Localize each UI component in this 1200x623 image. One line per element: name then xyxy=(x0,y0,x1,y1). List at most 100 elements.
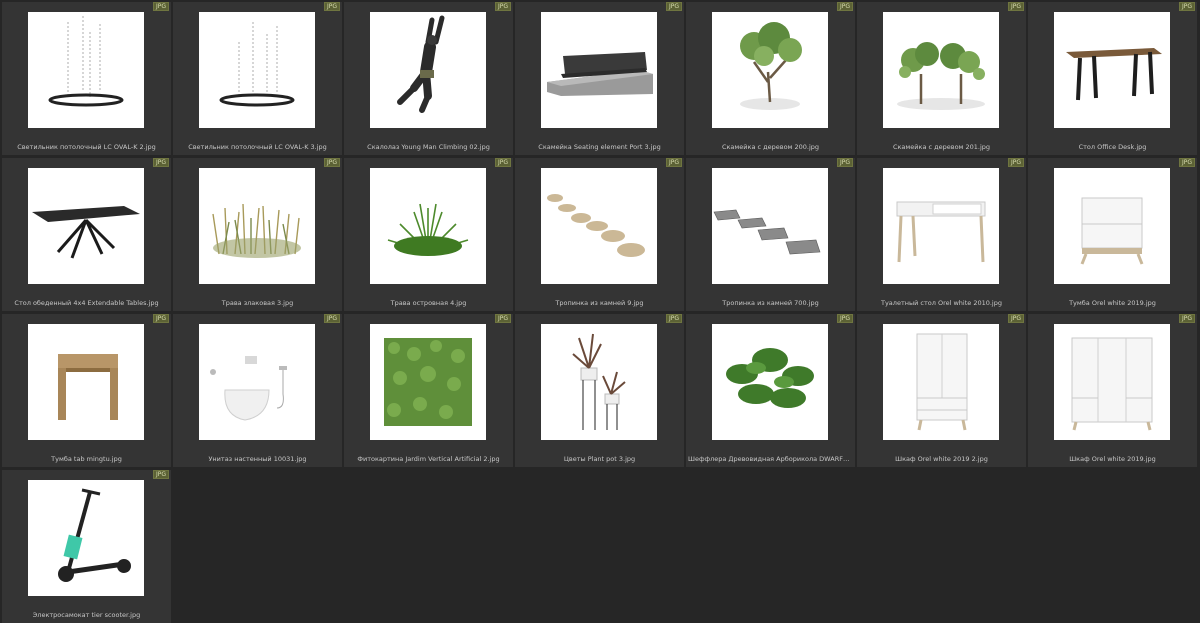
file-tile[interactable]: JPG Скалолаз Young Man Climbing 02.jpg xyxy=(344,2,513,155)
schefflera-icon xyxy=(726,348,814,408)
jpg-badge: JPG xyxy=(152,158,169,167)
pendant-lamp-icon xyxy=(219,22,295,107)
file-name: Светильник потолочный LC OVAL-K 2.jpg xyxy=(17,143,156,151)
file-tile[interactable]: JPG Светильник потолочный LC OVAL-K 2.jp… xyxy=(2,2,171,155)
thumbnail xyxy=(28,480,144,596)
jpg-badge: JPG xyxy=(323,2,340,11)
thumbnail xyxy=(199,12,315,128)
jpg-badge: JPG xyxy=(665,158,682,167)
file-tile[interactable]: JPG Трава островная 4.jpg xyxy=(344,158,513,311)
jpg-badge: JPG xyxy=(152,470,169,479)
file-name: Стол Office Desk.jpg xyxy=(1078,143,1147,151)
jpg-badge: JPG xyxy=(836,2,853,11)
jpg-badge: JPG xyxy=(152,314,169,323)
file-name: Скамейка Seating element Port 3.jpg xyxy=(538,143,661,151)
file-tile[interactable]: JPG Шкаф Orel white 2019 2.jpg xyxy=(857,314,1026,467)
file-name: Цветы Plant pot 3.jpg xyxy=(563,455,636,463)
jpg-badge: JPG xyxy=(1007,314,1024,323)
file-tile[interactable]: JPG Тропинка из камней 9.jpg xyxy=(515,158,684,311)
thumbnail xyxy=(370,324,486,440)
ornamental-grass-icon xyxy=(212,203,301,258)
file-name: Скамейка с деревом 201.jpg xyxy=(892,143,991,151)
thumbnail xyxy=(199,324,315,440)
file-tile[interactable]: JPG Стол обеденный 4x4 Extendable Tables… xyxy=(2,158,171,311)
paver-path-icon xyxy=(713,209,821,255)
jpg-badge: JPG xyxy=(494,314,511,323)
jpg-badge: JPG xyxy=(665,314,682,323)
file-tile[interactable]: JPG Стол Office Desk.jpg xyxy=(1028,2,1197,155)
file-name: Тропинка из камней 700.jpg xyxy=(722,299,819,307)
file-name: Трава островная 4.jpg xyxy=(390,299,467,307)
jpg-badge: JPG xyxy=(1178,314,1195,323)
file-name: Светильник потолочный LC OVAL-K 3.jpg xyxy=(188,143,327,151)
file-grid: JPG Светильник потолочный LC OVAL-K 2.jp… xyxy=(2,2,1197,623)
jpg-badge: JPG xyxy=(1178,2,1195,11)
jpg-badge: JPG xyxy=(152,2,169,11)
thumbnail xyxy=(370,168,486,284)
jpg-badge: JPG xyxy=(1178,158,1195,167)
tree-bench-icon xyxy=(740,22,802,110)
stone-path-icon xyxy=(547,194,645,257)
thumbnail xyxy=(1054,12,1170,128)
file-tile[interactable]: JPG Шеффлера Древовидная Арборикола DWAR… xyxy=(686,314,855,467)
jpg-badge: JPG xyxy=(323,158,340,167)
dining-table-icon xyxy=(32,206,140,259)
file-name: Фитокартина Jardim Vertical Artificial 2… xyxy=(357,455,500,463)
thumbnail xyxy=(712,168,828,284)
scooter-icon xyxy=(58,488,131,582)
bench-icon xyxy=(547,52,653,96)
thumbnail xyxy=(712,324,828,440)
thumbnail xyxy=(199,168,315,284)
file-tile[interactable]: JPG Светильник потолочный LC OVAL-K 3.jp… xyxy=(173,2,342,155)
file-tile[interactable]: JPG Скамейка с деревом 200.jpg xyxy=(686,2,855,155)
file-tile[interactable]: JPG Цветы Plant pot 3.jpg xyxy=(515,314,684,467)
file-tile[interactable]: JPG Электросамокат tier scooter.jpg xyxy=(2,470,171,623)
file-tile[interactable]: JPG Трава злаковая 3.jpg xyxy=(173,158,342,311)
thumbnail xyxy=(370,12,486,128)
file-name: Туалетный стол Orel white 2010.jpg xyxy=(880,299,1002,307)
file-tile[interactable]: JPG Шкаф Orel white 2019.jpg xyxy=(1028,314,1197,467)
file-tile[interactable]: JPG Скамейка Seating element Port 3.jpg xyxy=(515,2,684,155)
thumbnail xyxy=(1054,168,1170,284)
pendant-lamp-icon xyxy=(48,16,124,107)
jpg-badge: JPG xyxy=(1007,2,1024,11)
file-tile[interactable]: JPG Тропинка из камней 700.jpg xyxy=(686,158,855,311)
thumbnail xyxy=(541,324,657,440)
file-name: Шеффлера Древовидная Арборикола DWARF1 U… xyxy=(688,455,853,463)
desk-icon xyxy=(1066,48,1162,101)
grass-tuft-icon xyxy=(387,203,469,256)
thumbnail xyxy=(541,12,657,128)
jpg-badge: JPG xyxy=(494,2,511,11)
file-tile[interactable]: JPG Тумба tab mingtu.jpg xyxy=(2,314,171,467)
thumbnail xyxy=(541,168,657,284)
file-tile[interactable]: JPG Туалетный стол Orel white 2010.jpg xyxy=(857,158,1026,311)
thumbnail xyxy=(883,168,999,284)
file-tile[interactable]: JPG Фитокартина Jardim Vertical Artifici… xyxy=(344,314,513,467)
jpg-badge: JPG xyxy=(494,158,511,167)
two-trees-bench-icon xyxy=(897,42,985,110)
plant-pots-icon xyxy=(572,333,626,430)
wall-toilet-icon xyxy=(210,356,287,421)
file-name: Тумба Orel white 2019.jpg xyxy=(1069,299,1156,307)
wood-console-icon xyxy=(58,354,118,420)
climber-icon xyxy=(397,15,445,113)
file-name: Тропинка из камней 9.jpg xyxy=(555,299,644,307)
file-name: Скалолаз Young Man Climbing 02.jpg xyxy=(367,143,490,151)
jpg-badge: JPG xyxy=(1007,158,1024,167)
thumbnail xyxy=(28,324,144,440)
file-name: Трава злаковая 3.jpg xyxy=(221,299,294,307)
thumbnail xyxy=(712,12,828,128)
file-name: Тумба tab mingtu.jpg xyxy=(51,455,122,463)
file-name: Электросамокат tier scooter.jpg xyxy=(32,611,141,619)
file-name: Шкаф Orel white 2019.jpg xyxy=(1069,455,1156,463)
thumbnail xyxy=(883,12,999,128)
jpg-badge: JPG xyxy=(323,314,340,323)
file-tile[interactable]: JPG Унитаз настенный 10031.jpg xyxy=(173,314,342,467)
thumbnail xyxy=(28,12,144,128)
file-tile[interactable]: JPG Тумба Orel white 2019.jpg xyxy=(1028,158,1197,311)
jpg-badge: JPG xyxy=(836,314,853,323)
file-name: Шкаф Orel white 2019 2.jpg xyxy=(895,455,988,463)
file-tile[interactable]: JPG Скамейка с деревом 201.jpg xyxy=(857,2,1026,155)
vanity-table-icon xyxy=(896,201,986,263)
file-name: Унитаз настенный 10031.jpg xyxy=(208,455,307,463)
